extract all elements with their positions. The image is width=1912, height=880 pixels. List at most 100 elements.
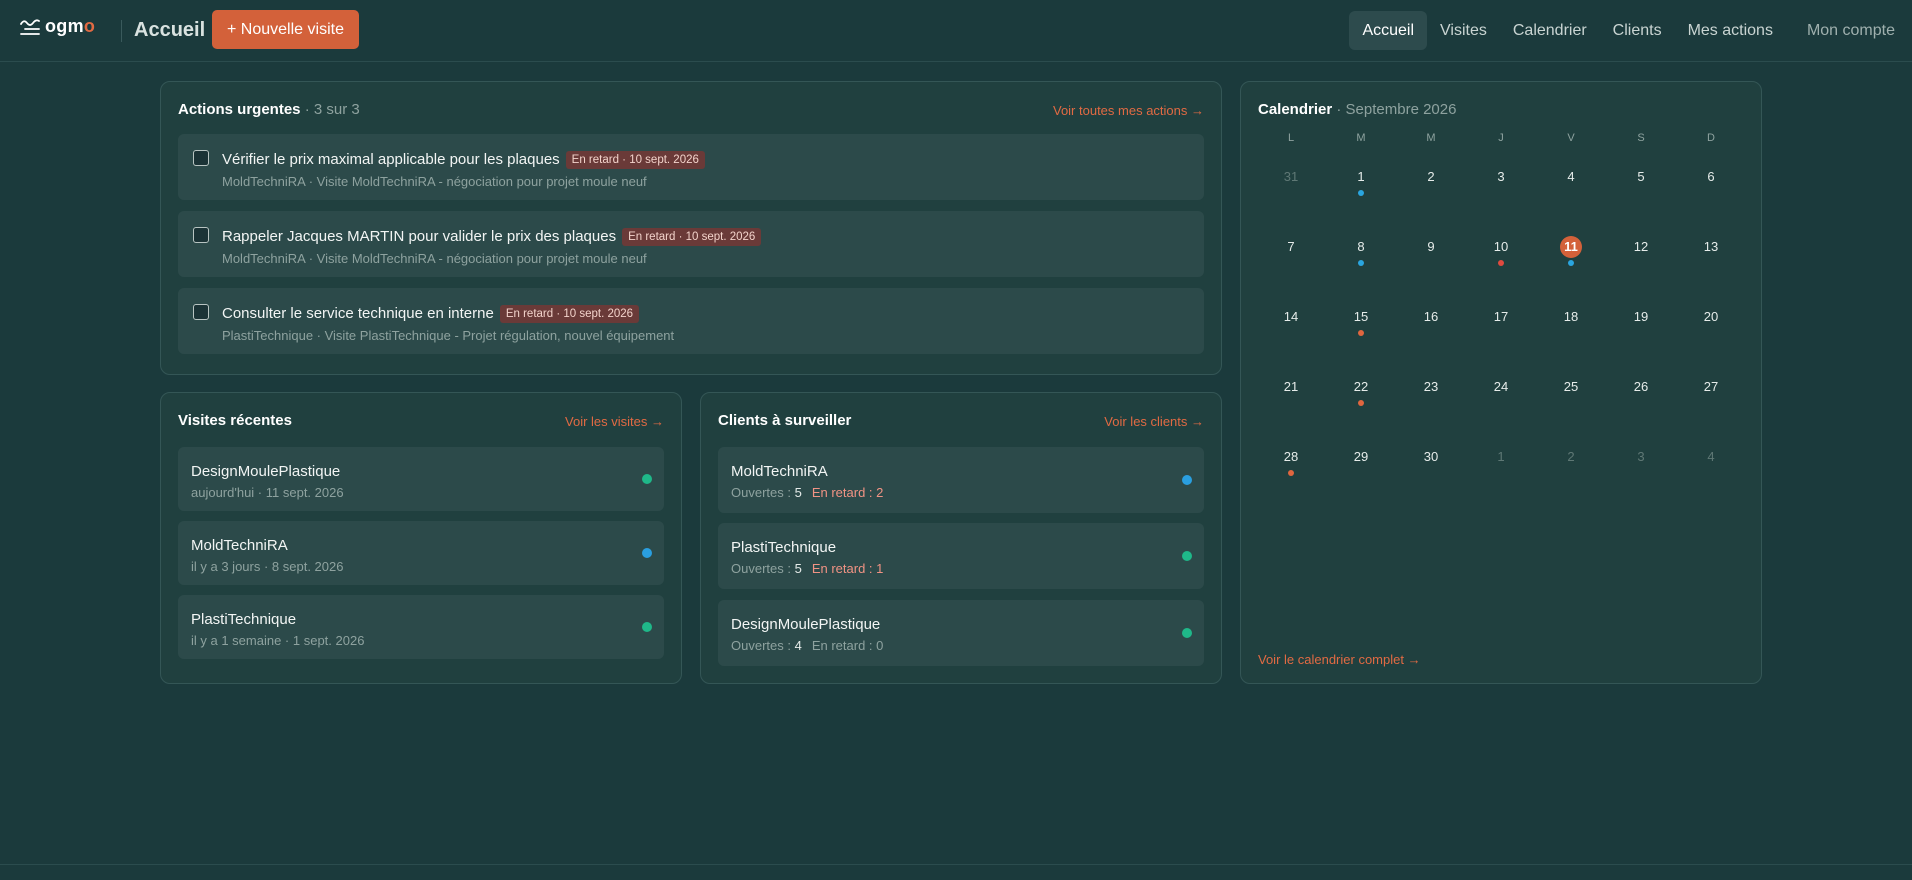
action-meta: PlastiTechnique · Visite PlastiTechnique…	[222, 328, 675, 343]
recent-visits-card: Visites récentes Voir les visites → Desi…	[160, 392, 682, 684]
calendar-day[interactable]: 23	[1396, 376, 1466, 412]
day-number: 1	[1497, 449, 1505, 464]
calendar-day[interactable]: 18	[1536, 306, 1606, 342]
weekday-header: S	[1637, 132, 1645, 144]
calendar-day[interactable]: 6	[1676, 166, 1746, 202]
calendar-day[interactable]: 29	[1326, 446, 1396, 482]
top-bar: ogmo Accueil + Nouvelle visite Accueil V…	[0, 0, 1912, 62]
client-name: DesignMoulePlastique	[731, 616, 881, 633]
status-dot	[642, 474, 652, 484]
day-number: 7	[1287, 239, 1295, 254]
event-dot	[1568, 260, 1574, 266]
weekday-header: J	[1498, 132, 1504, 144]
action-item[interactable]: Vérifier le prix maximal applicable pour…	[178, 134, 1204, 200]
see-visits-link[interactable]: Voir les visites →	[565, 414, 664, 429]
full-calendar-link[interactable]: Voir le calendrier complet →	[1258, 652, 1421, 667]
calendar-day[interactable]: 16	[1396, 306, 1466, 342]
footer-divider	[0, 864, 1912, 865]
calendar-day[interactable]: 4	[1536, 166, 1606, 202]
see-clients-link[interactable]: Voir les clients →	[1104, 414, 1204, 429]
day-number: 15	[1353, 309, 1369, 324]
calendar-day[interactable]: 19	[1606, 306, 1676, 342]
calendar-day[interactable]: 1	[1326, 166, 1396, 202]
calendar-day[interactable]: 27	[1676, 376, 1746, 412]
status-dot	[1182, 628, 1192, 638]
calendar-day[interactable]: 12	[1606, 236, 1676, 272]
day-number: 18	[1563, 309, 1579, 324]
nav-visits[interactable]: Visites	[1427, 11, 1500, 50]
event-dot	[1358, 400, 1364, 406]
day-number: 5	[1637, 169, 1645, 184]
day-number: 4	[1567, 169, 1575, 184]
day-number: 25	[1563, 379, 1579, 394]
new-visit-button[interactable]: + Nouvelle visite	[212, 10, 359, 49]
card-title: Clients à surveiller	[718, 412, 852, 429]
calendar-day[interactable]: 28	[1256, 446, 1326, 482]
action-meta: MoldTechniRA · Visite MoldTechniRA - nég…	[222, 251, 647, 266]
calendar-day[interactable]: 5	[1606, 166, 1676, 202]
visit-item[interactable]: PlastiTechnique il y a 1 semaine · 1 sep…	[178, 595, 664, 659]
calendar-day[interactable]: 4	[1676, 446, 1746, 482]
calendar-day[interactable]: 11	[1536, 236, 1606, 272]
calendar-card: Calendrier · Septembre 2026 L M M J V S D 31 1 2 3…	[1240, 81, 1762, 684]
client-item[interactable]: DesignMoulePlastique Ouvertes : 4 En reta…	[718, 600, 1204, 666]
day-number: 16	[1423, 309, 1439, 324]
calendar-day[interactable]: 9	[1396, 236, 1466, 272]
calendar-day[interactable]: 25	[1536, 376, 1606, 412]
logo-wave-icon	[20, 18, 40, 35]
calendar-day[interactable]: 24	[1466, 376, 1536, 412]
day-number: 2	[1567, 449, 1575, 464]
nav-home[interactable]: Accueil	[1349, 11, 1428, 50]
visit-item[interactable]: MoldTechniRA il y a 3 jours · 8 sept. 20…	[178, 521, 664, 585]
calendar-day[interactable]: 31	[1256, 166, 1326, 202]
event-dot	[1498, 260, 1504, 266]
calendar-day[interactable]: 3	[1606, 446, 1676, 482]
client-stats: Ouvertes : 5 En retard : 2	[731, 485, 884, 500]
calendar-day[interactable]: 17	[1466, 306, 1536, 342]
status-dot	[1182, 551, 1192, 561]
calendar-day[interactable]: 8	[1326, 236, 1396, 272]
calendar-day[interactable]: 13	[1676, 236, 1746, 272]
calendar-day[interactable]: 10	[1466, 236, 1536, 272]
client-stats: Ouvertes : 4 En retard : 0	[731, 638, 884, 653]
calendar-day[interactable]: 20	[1676, 306, 1746, 342]
main-nav: Accueil Visites Calendrier Clients Mes a…	[1349, 11, 1912, 50]
visit-client-name: DesignMoulePlastique	[191, 463, 341, 480]
nav-clients[interactable]: Clients	[1600, 11, 1675, 50]
client-item[interactable]: PlastiTechnique Ouvertes : 5 En retard : …	[718, 523, 1204, 589]
calendar-day[interactable]: 2	[1396, 166, 1466, 202]
calendar-day[interactable]: 26	[1606, 376, 1676, 412]
day-number: 24	[1493, 379, 1509, 394]
client-name: MoldTechniRA	[731, 463, 828, 480]
action-item[interactable]: Rappeler Jacques MARTIN pour valider le …	[178, 211, 1204, 277]
day-number: 10	[1493, 239, 1509, 254]
calendar-day[interactable]: 1	[1466, 446, 1536, 482]
nav-calendar[interactable]: Calendrier	[1500, 11, 1600, 50]
weekday-header: D	[1707, 132, 1715, 144]
nav-my-account[interactable]: Mon compte	[1794, 11, 1908, 50]
client-item[interactable]: MoldTechniRA Ouvertes : 5 En retard : 2	[718, 447, 1204, 513]
header-divider	[121, 20, 122, 42]
calendar-day[interactable]: 15	[1326, 306, 1396, 342]
calendar-day[interactable]: 22	[1326, 376, 1396, 412]
calendar-day[interactable]: 14	[1256, 306, 1326, 342]
day-number: 23	[1423, 379, 1439, 394]
action-checkbox[interactable]	[193, 304, 209, 320]
weekday-header: L	[1287, 132, 1295, 144]
status-dot	[642, 622, 652, 632]
event-dot	[1288, 470, 1294, 476]
card-title: Visites récentes	[178, 412, 292, 429]
see-all-actions-link[interactable]: Voir toutes mes actions →	[1053, 103, 1204, 118]
calendar-day[interactable]: 7	[1256, 236, 1326, 272]
visit-item[interactable]: DesignMoulePlastique aujourd'hui · 11 se…	[178, 447, 664, 511]
calendar-day[interactable]: 2	[1536, 446, 1606, 482]
action-checkbox[interactable]	[193, 150, 209, 166]
nav-my-actions[interactable]: Mes actions	[1675, 11, 1786, 50]
app-logo[interactable]: ogmo	[20, 16, 95, 37]
action-checkbox[interactable]	[193, 227, 209, 243]
calendar-day[interactable]: 21	[1256, 376, 1326, 412]
weekday-header: M	[1356, 132, 1366, 144]
action-item[interactable]: Consulter le service technique en intern…	[178, 288, 1204, 354]
calendar-day[interactable]: 30	[1396, 446, 1466, 482]
calendar-day[interactable]: 3	[1466, 166, 1536, 202]
